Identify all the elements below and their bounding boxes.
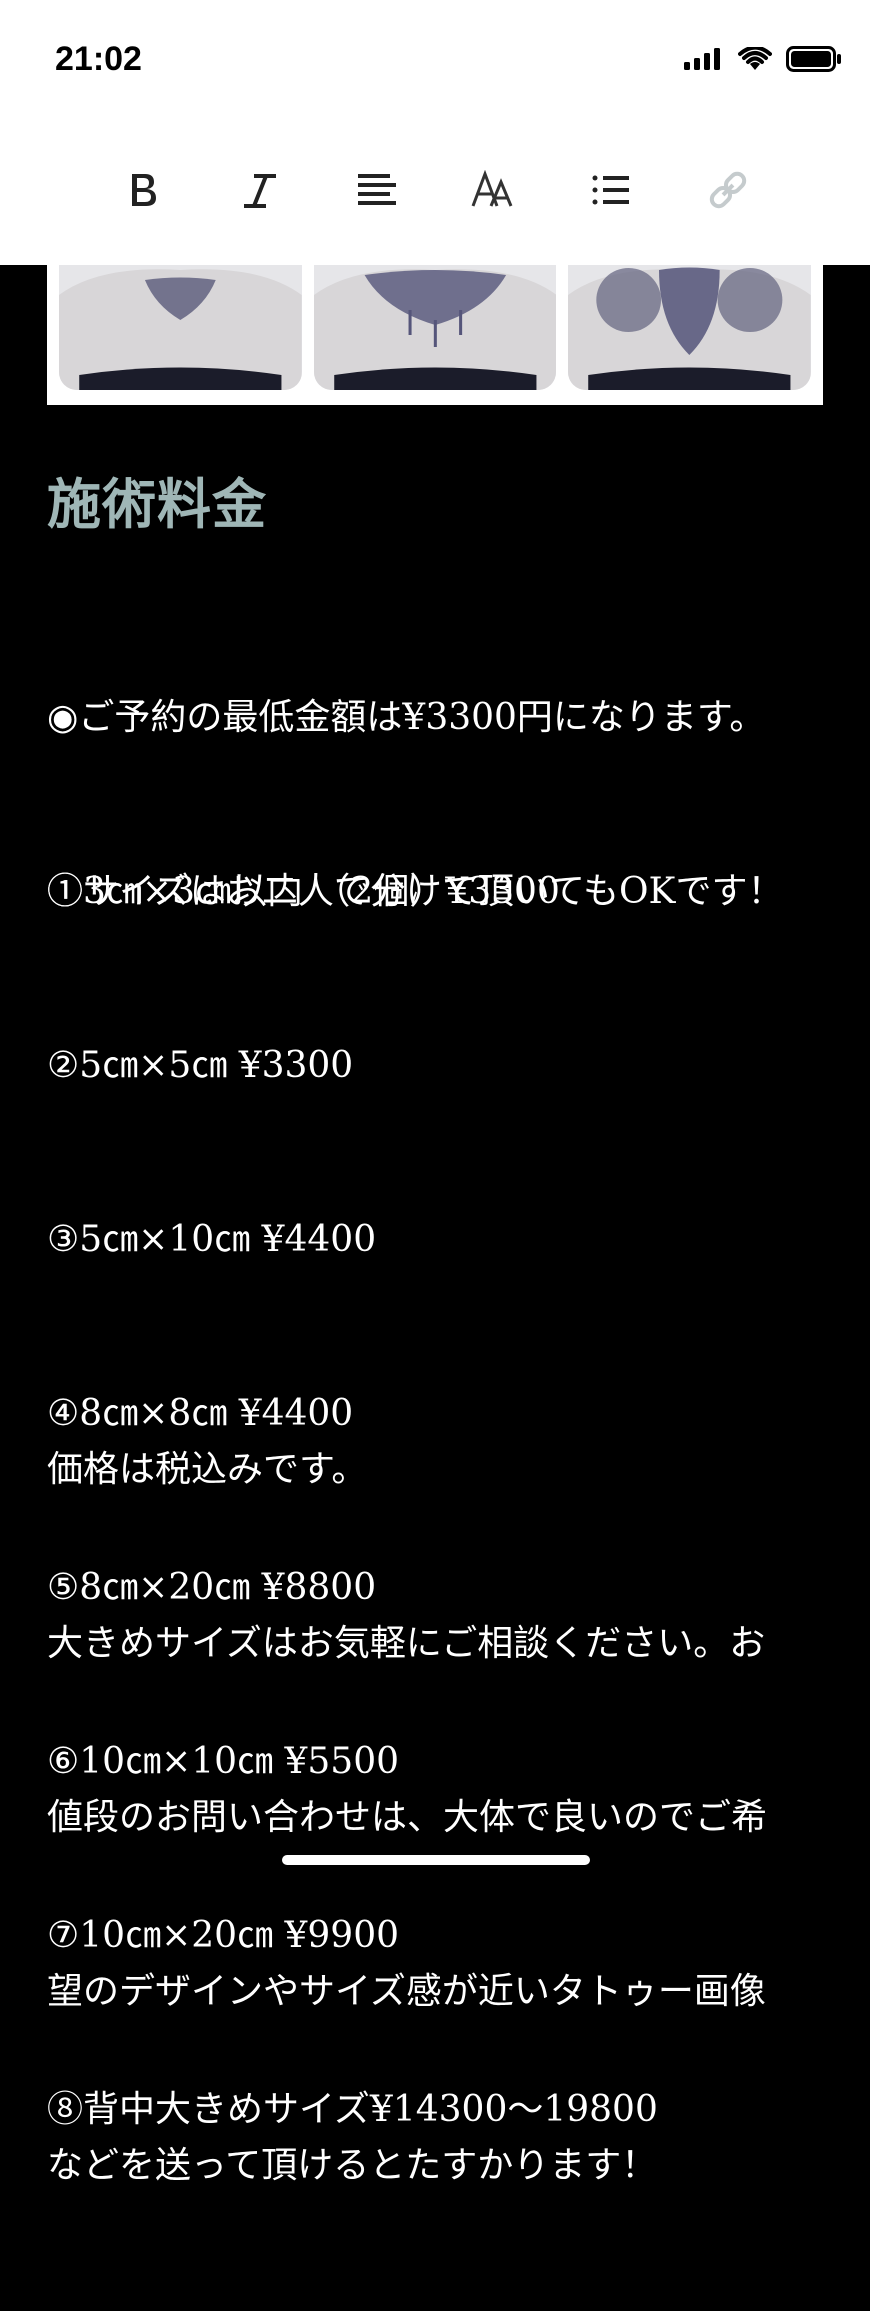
- tattoo-image-strip: [47, 265, 823, 405]
- section-heading: 施術料金: [47, 473, 267, 536]
- status-icons: [684, 45, 842, 76]
- note-line: 値段のお問い合わせは、大体で良いのでご希: [47, 1797, 768, 1838]
- list-icon: [591, 170, 631, 210]
- price-item: ①3㎝×3㎝以内 （2個）¥3300: [47, 871, 560, 912]
- align-left-icon: [356, 170, 398, 210]
- price-item: ②5㎝×5㎝ ¥3300: [47, 1045, 354, 1086]
- article-content: 施術料金 ◉ご予約の最低金額は¥3300円になります。 ①サイズはお二人で分けて…: [0, 265, 870, 2186]
- note-line: 価格は税込みです。: [47, 1449, 368, 1490]
- intro-line: ◉ご予約の最低金額は¥3300円になります。: [47, 697, 766, 738]
- home-indicator[interactable]: [282, 1855, 590, 1865]
- battery-icon: [786, 46, 842, 76]
- align-button[interactable]: [318, 155, 435, 225]
- italic-button[interactable]: [201, 155, 318, 225]
- note-line: 大きめサイズはお気軽にご相談ください。お: [47, 1623, 766, 1664]
- tattoo-photo-3: [568, 265, 812, 390]
- italic-icon: [240, 170, 280, 210]
- wifi-icon: [738, 45, 772, 75]
- list-button[interactable]: [552, 155, 669, 225]
- bold-button[interactable]: [84, 155, 201, 225]
- note-line: などを送って頂けるとたすかります！: [47, 2145, 658, 2186]
- note-line: 望のデザインやサイズ感が近いタトゥー画像: [47, 1971, 766, 2012]
- signal-icon: [684, 48, 724, 74]
- tattoo-photo-1: [59, 265, 302, 390]
- status-time: 21:02: [55, 40, 142, 78]
- link-icon: [706, 168, 750, 212]
- top-bar: 21:02: [0, 0, 870, 265]
- price-item: ③5㎝×10㎝ ¥4400: [47, 1219, 377, 1260]
- text-size-button[interactable]: [435, 155, 552, 225]
- text-size-icon: [471, 170, 517, 210]
- link-button[interactable]: [669, 155, 786, 225]
- format-toolbar: [0, 155, 870, 225]
- bold-icon: [126, 170, 160, 210]
- notes-paragraph: 価格は税込みです。 大きめサイズはお気軽にご相談ください。お 値段のお問い合わせ…: [47, 1325, 827, 2311]
- tattoo-photo-2: [313, 265, 557, 390]
